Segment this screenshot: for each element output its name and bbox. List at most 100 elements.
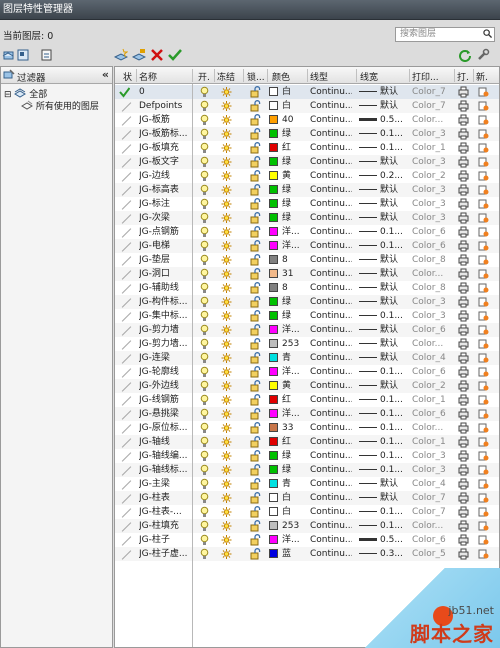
layer-row[interactable]: JG-轴线 红 Continu... 0.1... Color_1 [115, 435, 499, 449]
unlock-icon[interactable] [250, 254, 261, 266]
color-swatch[interactable] [269, 241, 278, 250]
on-bulb-icon[interactable] [199, 492, 210, 504]
linetype[interactable]: Continu... [310, 520, 352, 532]
lineweight[interactable]: 默认 [380, 212, 409, 224]
layer-name[interactable]: JG-轮廓线 [139, 366, 191, 378]
new-vp-freeze-icon[interactable] [478, 226, 489, 238]
new-vp-freeze-icon[interactable] [478, 436, 489, 448]
color-name[interactable]: 洋... [282, 240, 306, 252]
lineweight[interactable]: 0.1... [380, 142, 409, 154]
linetype[interactable]: Continu... [310, 198, 352, 210]
printer-icon[interactable] [458, 422, 469, 434]
on-bulb-icon[interactable] [199, 184, 210, 196]
color-swatch[interactable] [269, 465, 278, 474]
lineweight[interactable]: 默认 [380, 352, 409, 364]
on-bulb-icon[interactable] [199, 394, 210, 406]
lineweight[interactable]: 0.1... [380, 226, 409, 238]
color-name[interactable]: 253 [282, 520, 306, 532]
color-name[interactable]: 绿 [282, 296, 306, 308]
unlock-icon[interactable] [250, 422, 261, 434]
linetype[interactable]: Continu... [310, 436, 352, 448]
thaw-sun-icon[interactable] [221, 478, 232, 490]
color-swatch[interactable] [269, 367, 278, 376]
on-bulb-icon[interactable] [199, 226, 210, 238]
color-swatch[interactable] [269, 325, 278, 334]
printer-icon[interactable] [458, 212, 469, 224]
lineweight[interactable]: 0.1... [380, 506, 409, 518]
color-swatch[interactable] [269, 311, 278, 320]
color-name[interactable]: 红 [282, 394, 306, 406]
new-vp-freeze-icon[interactable] [478, 506, 489, 518]
linetype[interactable]: Continu... [310, 268, 352, 280]
color-swatch[interactable] [269, 255, 278, 264]
unlock-icon[interactable] [250, 114, 261, 126]
color-swatch[interactable] [269, 101, 278, 110]
new-vp-freeze-icon[interactable] [478, 128, 489, 140]
on-bulb-icon[interactable] [199, 128, 210, 140]
new-vp-freeze-icon[interactable] [478, 170, 489, 182]
unlock-icon[interactable] [250, 506, 261, 518]
col-on[interactable]: 开. [198, 70, 210, 83]
linetype[interactable]: Continu... [310, 464, 352, 476]
linetype[interactable]: Continu... [310, 408, 352, 420]
unlock-icon[interactable] [250, 520, 261, 532]
layer-states-icon[interactable] [40, 48, 54, 62]
on-bulb-icon[interactable] [199, 100, 210, 112]
layer-name[interactable]: JG-柱子 [139, 534, 191, 546]
layer-name[interactable]: JG-柱表 [139, 492, 191, 504]
on-bulb-icon[interactable] [199, 548, 210, 560]
new-vp-freeze-icon[interactable] [478, 184, 489, 196]
on-bulb-icon[interactable] [199, 114, 210, 126]
layer-row[interactable]: JG-板筋 40 Continu... 0.5... Color... [115, 113, 499, 127]
lineweight[interactable]: 0.5... [380, 534, 409, 546]
color-name[interactable]: 253 [282, 338, 306, 350]
thaw-sun-icon[interactable] [221, 324, 232, 336]
linetype[interactable]: Continu... [310, 422, 352, 434]
thaw-sun-icon[interactable] [221, 352, 232, 364]
linetype[interactable]: Continu... [310, 478, 352, 490]
layer-name[interactable]: JG-垫层 [139, 254, 191, 266]
new-vp-freeze-icon[interactable] [478, 310, 489, 322]
layer-row[interactable]: JG-板填充 红 Continu... 0.1... Color_1 [115, 141, 499, 155]
color-name[interactable]: 8 [282, 254, 306, 266]
color-name[interactable]: 绿 [282, 464, 306, 476]
layer-name[interactable]: JG-柱子虚... [139, 548, 191, 560]
new-vp-freeze-icon[interactable] [478, 450, 489, 462]
layer-name[interactable]: JG-轴线编... [139, 450, 191, 462]
printer-icon[interactable] [458, 310, 469, 322]
col-linetype[interactable]: 线型 [310, 70, 328, 83]
new-vp-freeze-icon[interactable] [478, 212, 489, 224]
printer-icon[interactable] [458, 520, 469, 532]
search-icon[interactable] [483, 29, 492, 38]
linetype[interactable]: Continu... [310, 548, 352, 560]
on-bulb-icon[interactable] [199, 268, 210, 280]
on-bulb-icon[interactable] [199, 254, 210, 266]
color-name[interactable]: 洋... [282, 226, 306, 238]
col-lock[interactable]: 锁... [247, 70, 266, 83]
layer-row[interactable]: JG-板筋标... 绿 Continu... 0.1... Color_3 [115, 127, 499, 141]
color-name[interactable]: 白 [282, 492, 306, 504]
linetype[interactable]: Continu... [310, 254, 352, 266]
lineweight[interactable]: 0.2... [380, 170, 409, 182]
new-vp-freeze-icon[interactable] [478, 324, 489, 336]
layer-row[interactable]: JG-原位标... 33 Continu... 0.1... Color... [115, 421, 499, 435]
col-new-vp[interactable]: 新. [476, 70, 488, 83]
color-swatch[interactable] [269, 535, 278, 544]
lineweight[interactable]: 0.1... [380, 366, 409, 378]
printer-icon[interactable] [458, 142, 469, 154]
linetype[interactable]: Continu... [310, 338, 352, 350]
on-bulb-icon[interactable] [199, 282, 210, 294]
layer-name[interactable]: JG-轴线 [139, 436, 191, 448]
color-name[interactable]: 33 [282, 422, 306, 434]
color-name[interactable]: 青 [282, 478, 306, 490]
layer-row[interactable]: JG-次梁 绿 Continu... 默认 Color_3 [115, 211, 499, 225]
color-swatch[interactable] [269, 185, 278, 194]
color-swatch[interactable] [269, 157, 278, 166]
layer-name[interactable]: JG-悬挑梁 [139, 408, 191, 420]
unlock-icon[interactable] [250, 128, 261, 140]
layer-name[interactable]: JG-构件标... [139, 296, 191, 308]
layer-name[interactable]: JG-板填充 [139, 142, 191, 154]
layer-name[interactable]: JG-点钢筋 [139, 226, 191, 238]
thaw-sun-icon[interactable] [221, 548, 232, 560]
layer-name[interactable]: JG-柱表-... [139, 506, 191, 518]
